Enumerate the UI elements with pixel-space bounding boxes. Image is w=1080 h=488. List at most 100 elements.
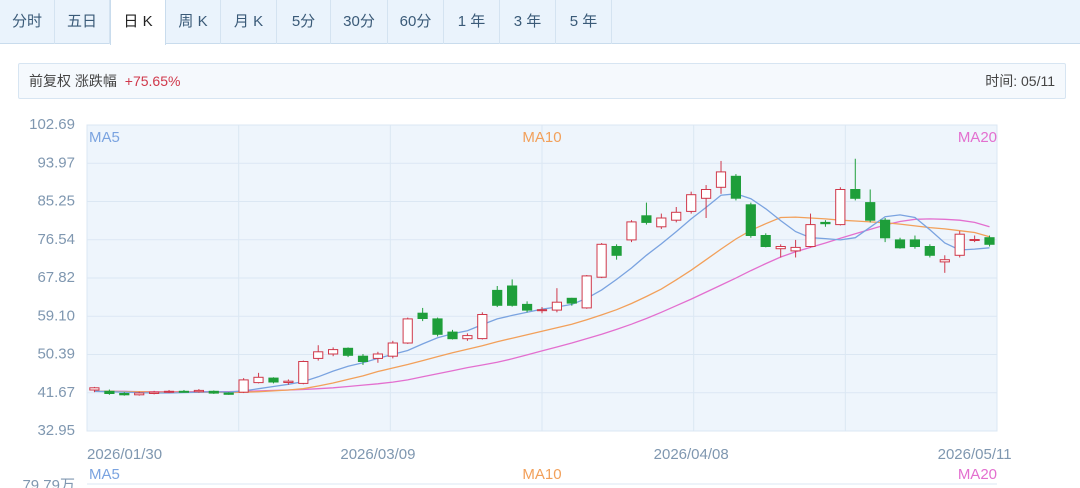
candle-down[interactable] bbox=[566, 297, 577, 304]
candle-down[interactable] bbox=[820, 221, 831, 225]
candle-up[interactable] bbox=[328, 349, 339, 355]
tab-7[interactable]: 60分 bbox=[388, 0, 444, 44]
candle-up[interactable] bbox=[134, 392, 145, 396]
candle-up[interactable] bbox=[298, 361, 309, 384]
candle-up[interactable] bbox=[238, 379, 249, 393]
y-tick-label: 59.10 bbox=[37, 307, 75, 324]
tab-9[interactable]: 3 年 bbox=[500, 0, 556, 44]
y-tick-label: 41.67 bbox=[37, 384, 75, 401]
candle-down[interactable] bbox=[611, 246, 622, 256]
candle-down[interactable] bbox=[507, 285, 518, 306]
tab-4[interactable]: 月 K bbox=[221, 0, 277, 44]
candle-up[interactable] bbox=[805, 224, 816, 248]
candle-up[interactable] bbox=[551, 301, 562, 311]
candle-up[interactable] bbox=[701, 189, 712, 199]
candle-up[interactable] bbox=[462, 335, 473, 340]
candle-down[interactable] bbox=[357, 355, 369, 363]
candle-up[interactable] bbox=[387, 342, 398, 357]
candle-up[interactable] bbox=[193, 389, 205, 393]
candle-up[interactable] bbox=[954, 233, 965, 256]
volume-legend-ma10: MA10 bbox=[522, 466, 561, 483]
candle-up[interactable] bbox=[253, 376, 264, 384]
adjust-label[interactable]: 前复权 bbox=[29, 73, 71, 89]
tab-8[interactable]: 1 年 bbox=[444, 0, 500, 44]
ma20-line bbox=[94, 218, 990, 393]
candle-up[interactable] bbox=[313, 351, 324, 359]
change-summary: 前复权 涨跌幅 +75.65% bbox=[29, 64, 180, 98]
candle-up[interactable] bbox=[790, 246, 801, 252]
candle-down[interactable] bbox=[522, 303, 533, 311]
candle-down[interactable] bbox=[730, 175, 741, 199]
candle-up[interactable] bbox=[775, 246, 786, 250]
change-value: +75.65% bbox=[124, 73, 181, 89]
time-readout: 时间: 05/11 bbox=[985, 73, 1055, 89]
info-bar: 前复权 涨跌幅 +75.65% 时间: 05/11 bbox=[18, 63, 1066, 99]
tab-1[interactable]: 五日 bbox=[55, 0, 110, 44]
tab-2[interactable]: 日 K bbox=[110, 0, 166, 45]
legend-ma20: MA20 bbox=[958, 129, 997, 146]
candle-down[interactable] bbox=[641, 215, 652, 223]
candle-down[interactable] bbox=[880, 219, 891, 239]
candle-down[interactable] bbox=[865, 202, 876, 221]
candle-up[interactable] bbox=[372, 353, 383, 359]
ma10-line bbox=[94, 216, 990, 394]
period-tab-bar: 分时 五日日 K周 K月 K 5分 30分 60分 1 年3 年5 年 bbox=[0, 0, 1080, 45]
candle-up[interactable] bbox=[149, 391, 160, 395]
candle-down[interactable] bbox=[447, 331, 458, 340]
y-tick-label: 32.95 bbox=[37, 422, 75, 439]
candle-up[interactable] bbox=[835, 189, 846, 226]
y-tick-label: 67.82 bbox=[37, 269, 75, 286]
legend-ma5: MA5 bbox=[89, 129, 120, 146]
candle-down[interactable] bbox=[850, 189, 861, 199]
candle-up[interactable] bbox=[715, 171, 727, 188]
candle-up[interactable] bbox=[163, 390, 175, 393]
candle-up[interactable] bbox=[671, 211, 682, 221]
y-tick-label: 102.69 bbox=[29, 116, 75, 133]
x-tick-label: 2026/05/11 bbox=[938, 446, 1012, 463]
candle-up[interactable] bbox=[536, 309, 548, 312]
candle-down[interactable] bbox=[342, 347, 354, 356]
candle-up[interactable] bbox=[969, 239, 980, 241]
candle-down[interactable] bbox=[924, 246, 935, 256]
candle-down[interactable] bbox=[417, 312, 428, 320]
x-tick-label: 2026/01/30 bbox=[87, 446, 162, 463]
tab-6[interactable]: 30分 bbox=[331, 0, 388, 44]
tab-0[interactable]: 分时 bbox=[0, 0, 55, 44]
candle-up[interactable] bbox=[939, 259, 950, 263]
y-tick-label: 50.39 bbox=[37, 346, 75, 363]
candle-down[interactable] bbox=[984, 237, 995, 245]
tab-5[interactable]: 5分 bbox=[277, 0, 331, 44]
x-tick-label: 2026/04/08 bbox=[654, 446, 729, 463]
ma5-line bbox=[94, 193, 990, 394]
candle-down[interactable] bbox=[223, 392, 234, 395]
volume-legend-ma20: MA20 bbox=[958, 466, 997, 483]
candle-down[interactable] bbox=[909, 239, 920, 247]
volume-legend-ma5: MA5 bbox=[89, 466, 120, 483]
candle-down[interactable] bbox=[104, 390, 115, 394]
y-tick-label: 76.54 bbox=[37, 231, 75, 248]
candle-up[interactable] bbox=[283, 380, 294, 384]
volume-axis-label: 79.79万 bbox=[22, 477, 75, 488]
candle-up[interactable] bbox=[477, 314, 488, 340]
candle-up[interactable] bbox=[656, 217, 667, 228]
tab-10[interactable]: 5 年 bbox=[556, 0, 612, 44]
candle-down[interactable] bbox=[432, 318, 443, 335]
candle-down[interactable] bbox=[178, 390, 190, 393]
tab-3[interactable]: 周 K bbox=[166, 0, 221, 44]
candle-down[interactable] bbox=[268, 377, 279, 383]
plot-area bbox=[86, 124, 998, 432]
candle-up[interactable] bbox=[402, 318, 413, 344]
candle-up[interactable] bbox=[686, 194, 697, 212]
y-tick-label: 93.97 bbox=[37, 154, 75, 171]
candle-down[interactable] bbox=[760, 235, 771, 247]
candle-down[interactable] bbox=[745, 204, 756, 237]
candle-down[interactable] bbox=[208, 390, 219, 394]
candle-up[interactable] bbox=[596, 243, 607, 278]
candle-up[interactable] bbox=[581, 275, 592, 309]
candle-down[interactable] bbox=[894, 239, 906, 249]
candle-down[interactable] bbox=[119, 393, 130, 396]
candle-up[interactable] bbox=[89, 387, 100, 391]
change-label: 涨跌幅 bbox=[74, 73, 117, 89]
candle-down[interactable] bbox=[492, 289, 503, 306]
candle-up[interactable] bbox=[626, 221, 637, 241]
